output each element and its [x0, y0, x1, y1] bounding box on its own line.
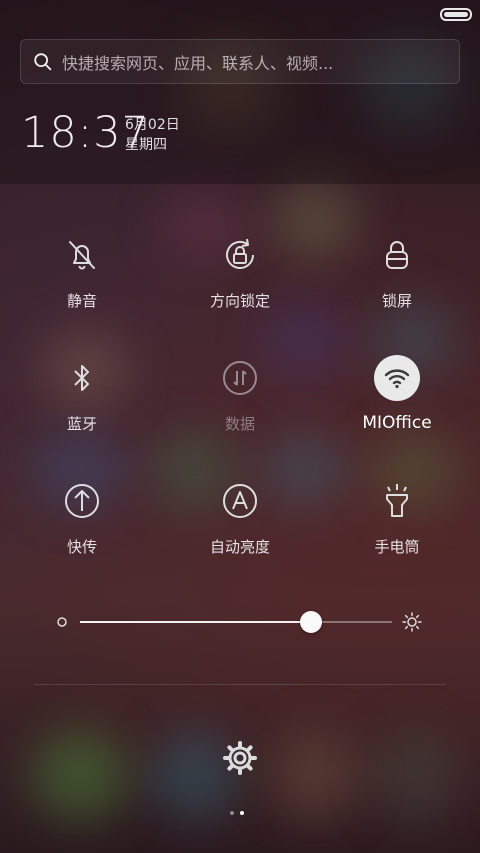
settings-button[interactable] [222, 740, 258, 776]
brightness-slider[interactable] [52, 608, 432, 636]
toggle-label: 锁屏 [381, 292, 412, 310]
page-dot-active [240, 811, 244, 815]
clock-weekday: 星期四 [125, 137, 167, 153]
search-placeholder: 快捷搜索网页、应用、联系人、视频... [62, 53, 334, 73]
brightness-low-icon [57, 617, 67, 627]
toggle-label: 蓝牙 [66, 415, 97, 433]
auto-brightness-icon [217, 478, 263, 524]
bell-muted-icon [59, 232, 105, 278]
divider [34, 684, 446, 685]
toggle-auto-brightness[interactable]: 自动亮度 [160, 478, 320, 557]
search-icon [34, 52, 52, 70]
lock-icon [374, 232, 420, 278]
wifi-icon [374, 355, 420, 401]
brightness-high-icon [402, 612, 422, 632]
toggle-lock-screen[interactable]: 锁屏 [317, 232, 477, 311]
toggle-label: 方向锁定 [209, 292, 270, 310]
rotation-lock-icon [217, 232, 263, 278]
toggle-label: 手电筒 [374, 538, 420, 556]
toggle-rotation-lock[interactable]: 方向锁定 [160, 232, 320, 311]
clock-date-block: 6月02日 星期四 [125, 115, 180, 155]
toggle-wifi[interactable]: MIOffice [317, 355, 477, 433]
toggle-quick-transfer[interactable]: 快传 [2, 478, 162, 557]
gear-icon [223, 741, 257, 775]
quick-transfer-icon [59, 478, 105, 524]
brightness-thumb[interactable] [299, 611, 322, 633]
search-bar[interactable]: 快捷搜索网页、应用、联系人、视频... [20, 39, 460, 84]
toggle-label: 快传 [66, 538, 97, 556]
toggle-label: 自动亮度 [209, 538, 270, 556]
brightness-fill [80, 621, 311, 623]
toggle-label: MIOffice [362, 413, 432, 433]
clock-date: 6月02日 [125, 117, 180, 133]
page-indicator [230, 811, 250, 819]
toggle-label: 数据 [224, 415, 255, 433]
toggle-flashlight[interactable]: 手电筒 [317, 478, 477, 557]
bluetooth-icon [59, 355, 105, 401]
toggle-silent[interactable]: 静音 [2, 232, 162, 311]
toggle-label: 静音 [66, 292, 97, 310]
flashlight-icon [374, 478, 420, 524]
toggle-bluetooth[interactable]: 蓝牙 [2, 355, 162, 434]
brightness-track[interactable] [80, 621, 392, 623]
mobile-data-icon [217, 355, 263, 401]
toggle-mobile-data[interactable]: 数据 [160, 355, 320, 434]
page-dot [230, 811, 234, 815]
battery-icon [440, 8, 472, 21]
